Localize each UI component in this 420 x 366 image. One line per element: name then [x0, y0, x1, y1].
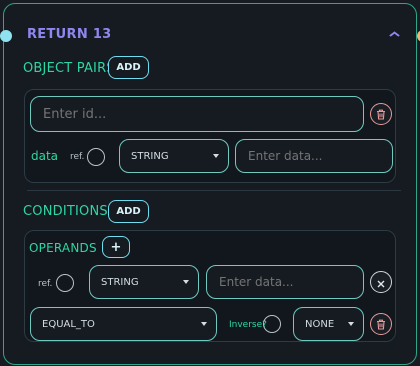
inverse-radio[interactable]: [263, 315, 281, 333]
delete-condition-button[interactable]: [370, 313, 392, 335]
type-select-value: STRING: [131, 150, 169, 162]
trash-icon: [376, 105, 386, 124]
remove-operand-button[interactable]: [370, 271, 392, 293]
operand-ref-radio[interactable]: [56, 274, 74, 292]
object-pair-group: data ref. STRING: [24, 89, 396, 183]
data-label: data: [31, 149, 59, 163]
modifier-select[interactable]: NONE: [293, 307, 364, 341]
chevron-down-icon: [201, 322, 207, 326]
chevron-down-icon: [213, 154, 219, 158]
chevron-down-icon: [183, 280, 189, 284]
modifier-value: NONE: [305, 318, 335, 330]
ref-label: ref.: [70, 152, 85, 162]
id-input[interactable]: [30, 96, 364, 132]
section-divider: [27, 190, 401, 191]
operand-type-value: STRING: [101, 276, 139, 288]
add-operand-button[interactable]: +: [102, 236, 130, 258]
trash-icon: [376, 315, 386, 334]
node-title: RETURN 13: [27, 27, 112, 42]
close-icon: [377, 273, 385, 292]
data-input[interactable]: [235, 139, 393, 173]
operand-ref-label: ref.: [38, 279, 53, 289]
inverse-label: Inverse?: [229, 320, 267, 330]
chevron-up-icon[interactable]: [389, 26, 401, 40]
input-port[interactable]: [0, 30, 12, 42]
add-object-pair-button[interactable]: ADD: [108, 56, 149, 79]
operand-data-input[interactable]: [206, 265, 364, 299]
conditions-label: CONDITIONS: [23, 204, 108, 219]
ref-radio[interactable]: [87, 148, 105, 166]
return-node: RETURN 13 OBJECT PAIRS ADD data ref. STR…: [0, 3, 420, 365]
chevron-down-icon: [348, 322, 354, 326]
delete-pair-button[interactable]: [370, 103, 392, 125]
object-pairs-label: OBJECT PAIRS: [23, 61, 115, 76]
add-condition-button[interactable]: ADD: [108, 200, 149, 223]
operator-select[interactable]: EQUAL_TO: [30, 307, 217, 341]
condition-group: OPERANDS + ref. STRING EQUAL_TO Inverse?…: [24, 230, 396, 342]
operands-label: OPERANDS: [29, 241, 97, 255]
type-select[interactable]: STRING: [119, 139, 229, 173]
operand-type-select[interactable]: STRING: [89, 265, 199, 299]
operator-value: EQUAL_TO: [42, 318, 95, 330]
